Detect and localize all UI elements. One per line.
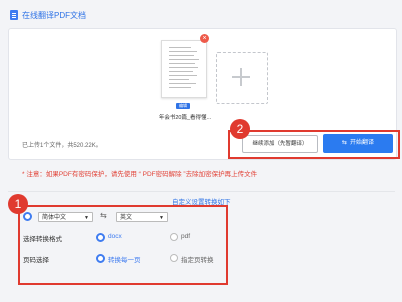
annotation-badge-1: 1 xyxy=(8,194,28,214)
pages-specific-label[interactable]: 指定页转换 xyxy=(181,254,214,264)
page-title: 在线翻译PDF文档 xyxy=(22,11,86,20)
start-translate-label: 开始翻译 xyxy=(350,140,375,146)
source-language-select[interactable]: 简体中文 ▼ xyxy=(38,212,93,222)
format-docx-radio[interactable] xyxy=(96,233,105,242)
divider xyxy=(8,191,395,192)
remove-file-icon[interactable]: × xyxy=(200,34,209,43)
format-pdf-label[interactable]: pdf xyxy=(181,233,190,240)
pages-all-label[interactable]: 转换每一页 xyxy=(108,254,141,264)
page-select-label: 页码选择 xyxy=(23,257,49,264)
add-file-box[interactable] xyxy=(216,52,268,104)
chevron-down-icon: ▼ xyxy=(84,215,89,221)
file-thumbnail[interactable] xyxy=(161,40,207,98)
upload-info: 已上传1个文件，共520.22K。 xyxy=(22,143,102,149)
document-icon xyxy=(10,10,18,20)
swap-icon: ⇆ xyxy=(341,140,347,146)
pages-specific-radio[interactable] xyxy=(170,254,178,262)
edit-tag[interactable]: 编辑 xyxy=(176,103,190,109)
format-docx-label[interactable]: docx xyxy=(108,233,122,240)
plus-icon-vertical xyxy=(240,68,242,86)
continue-add-button[interactable]: 继续添加（先暂翻译） xyxy=(242,135,318,153)
target-language-select[interactable]: 英文 ▼ xyxy=(116,212,168,222)
notice-text: * 注意：如果PDF有密码保护，请先使用 “ PDF密码解除 ”去除加密保护再上… xyxy=(22,171,258,178)
file-name: 年会书20篇_看得懂... xyxy=(158,115,212,121)
swap-language-icon[interactable]: ⇆ xyxy=(100,211,107,220)
target-language-value: 英文 xyxy=(120,215,133,221)
format-pdf-radio[interactable] xyxy=(170,233,178,241)
pages-all-radio[interactable] xyxy=(96,254,105,263)
start-translate-button[interactable]: ⇆ 开始翻译 xyxy=(323,134,393,153)
source-language-value: 简体中文 xyxy=(42,215,67,221)
chevron-down-icon: ▼ xyxy=(159,215,164,221)
language-radio[interactable] xyxy=(23,212,32,221)
annotation-badge-2: 2 xyxy=(230,119,250,139)
footer-area xyxy=(8,288,395,302)
format-label: 选择转换格式 xyxy=(23,236,62,243)
